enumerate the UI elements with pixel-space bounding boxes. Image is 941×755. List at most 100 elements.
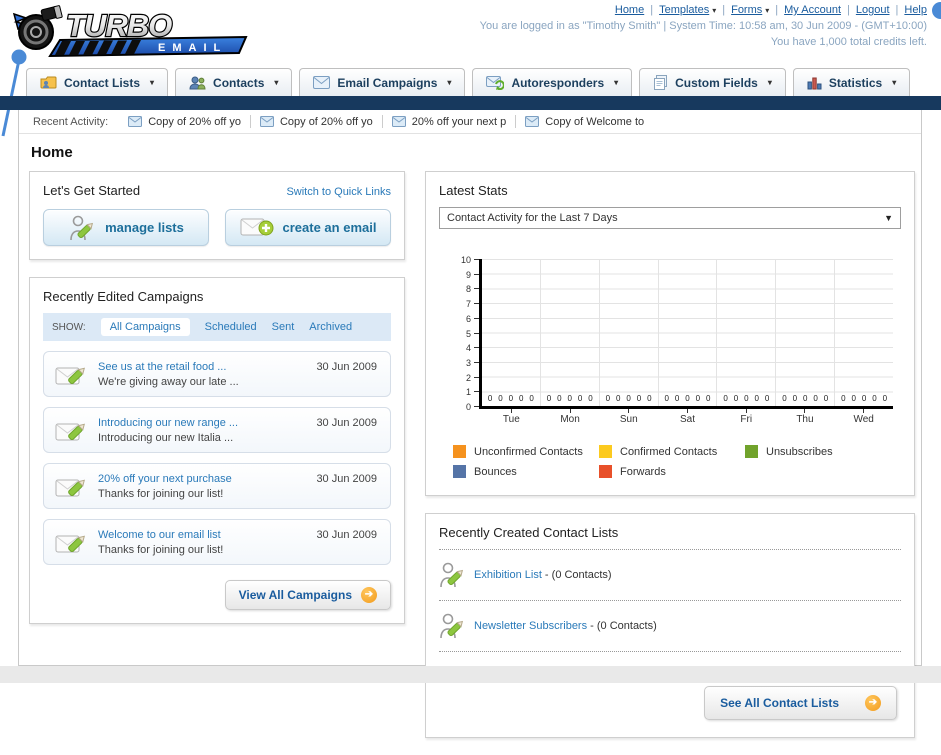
- chart-y-axis: 10 9 8 7 6 5 4 3 2 1 0: [453, 256, 479, 412]
- campaign-subtitle: Thanks for joining our list!: [98, 543, 224, 556]
- y-tick-label: 4: [465, 343, 471, 354]
- campaign-title-link[interactable]: Introducing our new range ...: [98, 417, 238, 429]
- latest-stats-title: Latest Stats: [439, 183, 508, 198]
- contact-list-link-newsletter-subscribers[interactable]: Newsletter Subscribers: [474, 620, 587, 632]
- header-link-my-account[interactable]: My Account: [784, 4, 841, 16]
- arrow-circle-icon: ➔: [865, 695, 881, 711]
- contact-lists-title: Recently Created Contact Lists: [439, 525, 619, 540]
- header-link-forms[interactable]: Forms: [731, 4, 762, 16]
- chart-value-labels: 00000: [482, 394, 540, 403]
- filter-tab-sent[interactable]: Sent: [272, 321, 295, 333]
- data-value-label: 0: [695, 394, 701, 403]
- campaign-title-link[interactable]: Welcome to our email list: [98, 529, 223, 541]
- data-value-label: 0: [744, 394, 749, 403]
- chart-group-tue: 00000: [482, 259, 541, 406]
- campaign-icon: [55, 361, 87, 388]
- email-campaigns-icon: [313, 76, 331, 89]
- data-value-label: 0: [577, 394, 583, 403]
- recent-activity-item[interactable]: Copy of 20% off yo: [128, 116, 241, 128]
- see-all-contact-lists-button[interactable]: See All Contact Lists ➔: [704, 686, 897, 720]
- recent-activity-text: 20% off your next p: [411, 115, 507, 128]
- campaign-title-link[interactable]: See us at the retail food ...: [98, 361, 239, 373]
- data-value-label: 0: [841, 394, 846, 403]
- bottom-strip: [0, 666, 941, 683]
- data-value-label: 0: [706, 394, 711, 403]
- contact-list-link-exhibition-list[interactable]: Exhibition List: [474, 569, 542, 581]
- arrow-circle-icon: ➔: [361, 587, 377, 603]
- data-value-label: 0: [861, 394, 867, 403]
- data-value-label: 0: [813, 394, 818, 403]
- header: TURBO EMAIL Home | Templates ▾ | Forms ▾ | My Ac…: [0, 0, 941, 62]
- header-link-templates[interactable]: Templates: [659, 4, 709, 16]
- x-tick-fri: Fri: [717, 409, 776, 425]
- tab-autoresponders[interactable]: Autoresponders ▾: [472, 68, 633, 96]
- filter-tab-all-campaigns[interactable]: All Campaigns: [100, 318, 190, 336]
- legend-item-bounces: Bounces: [453, 465, 599, 478]
- campaign-card[interactable]: See us at the retail food ... We're givin…: [43, 351, 391, 397]
- x-tick-mark: [510, 409, 512, 413]
- legend-swatch: [745, 445, 758, 458]
- filter-tab-scheduled[interactable]: Scheduled: [205, 321, 257, 333]
- custom-fields-icon: [653, 75, 668, 90]
- x-tick-label: Thu: [796, 414, 814, 425]
- filter-tab-archived[interactable]: Archived: [309, 321, 352, 333]
- separator: |: [847, 4, 850, 16]
- tab-contacts[interactable]: Contacts ▾: [175, 68, 293, 96]
- data-value-label: 0: [723, 394, 728, 403]
- stats-period-select[interactable]: Contact Activity for the Last 7 Days ▼: [439, 207, 901, 229]
- statistics-icon: [807, 76, 822, 90]
- separator: [249, 115, 251, 128]
- get-started-panel: Let's Get Started Switch to Quick Links …: [29, 171, 405, 260]
- latest-stats-panel: Latest Stats Contact Activity for the La…: [425, 171, 915, 496]
- legend-swatch: [453, 445, 466, 458]
- tab-email-campaigns[interactable]: Email Campaigns ▾: [299, 68, 466, 96]
- campaign-card[interactable]: Welcome to our email list Thanks for join…: [43, 519, 391, 565]
- dotted-divider: [439, 549, 901, 550]
- credits-text: You have 1,000 total credits left.: [770, 36, 927, 48]
- data-value-label: 0: [487, 394, 493, 403]
- recent-activity-items: Copy of 20% off yo Copy of 20% off yo 20% …: [128, 115, 644, 128]
- y-tick-label: 5: [465, 328, 471, 339]
- campaign-title-link[interactable]: 20% off your next purchase: [98, 473, 232, 485]
- campaign-card[interactable]: Introducing our new range ... Introducing…: [43, 407, 391, 453]
- campaign-filter-tabs: All Campaigns Scheduled Sent Archived: [100, 318, 352, 336]
- campaign-card[interactable]: 20% off your next purchase Thanks for joi…: [43, 463, 391, 509]
- data-value-label: 0: [872, 394, 877, 403]
- tab-contact-lists[interactable]: Contact Lists ▾: [26, 68, 169, 96]
- contact-list-item[interactable]: Exhibition List - (0 Contacts): [439, 559, 901, 591]
- chart-group-sat: 00000: [659, 259, 718, 406]
- recent-activity-item[interactable]: 20% off your next p: [391, 115, 507, 128]
- legend-label: Forwards: [620, 465, 666, 478]
- contact-lists-panel: Recently Created Contact Lists Exhibitio…: [425, 513, 915, 738]
- data-value-label: 0: [802, 394, 808, 403]
- header-link-help[interactable]: Help: [904, 4, 927, 16]
- data-value-label: 0: [674, 394, 680, 403]
- legend-item-confirmed-contacts: Confirmed Contacts: [599, 445, 745, 458]
- tab-label: Autoresponders: [511, 75, 605, 90]
- data-value-label: 0: [851, 394, 856, 403]
- view-all-campaigns-button[interactable]: View All Campaigns ➔: [224, 580, 391, 610]
- header-link-logout[interactable]: Logout: [856, 4, 890, 16]
- create-an-email-button[interactable]: create an email: [225, 209, 391, 246]
- campaign-filter-bar: SHOW: All Campaigns Scheduled Sent Archived: [43, 313, 391, 341]
- x-tick-mark: [804, 409, 806, 413]
- chart-group-mon: 00000: [541, 259, 600, 406]
- switch-quick-links-link[interactable]: Switch to Quick Links: [286, 186, 391, 198]
- data-value-label: 0: [616, 394, 621, 403]
- tab-custom-fields[interactable]: Custom Fields ▾: [639, 68, 786, 96]
- header-link-home[interactable]: Home: [615, 4, 644, 16]
- recent-campaigns-title: Recently Edited Campaigns: [43, 289, 204, 304]
- recent-activity-item[interactable]: Copy of Welcome to: [525, 116, 644, 128]
- chart-group-sun: 00000: [600, 259, 659, 406]
- x-tick-mark: [569, 409, 571, 413]
- data-value-label: 0: [664, 394, 669, 403]
- chart-value-labels: 00000: [835, 394, 893, 403]
- y-tick-label: 3: [465, 357, 471, 368]
- dropdown-caret-icon: ▾: [614, 78, 619, 87]
- manage-lists-button[interactable]: manage lists: [43, 209, 209, 246]
- data-value-label: 0: [733, 394, 739, 403]
- recent-activity-item[interactable]: Copy of 20% off yo: [259, 116, 373, 128]
- campaign-list: See us at the retail food ... We're givin…: [43, 351, 391, 565]
- contact-list-item[interactable]: Newsletter Subscribers - (0 Contacts): [439, 610, 901, 642]
- tab-statistics[interactable]: Statistics ▾: [792, 68, 911, 96]
